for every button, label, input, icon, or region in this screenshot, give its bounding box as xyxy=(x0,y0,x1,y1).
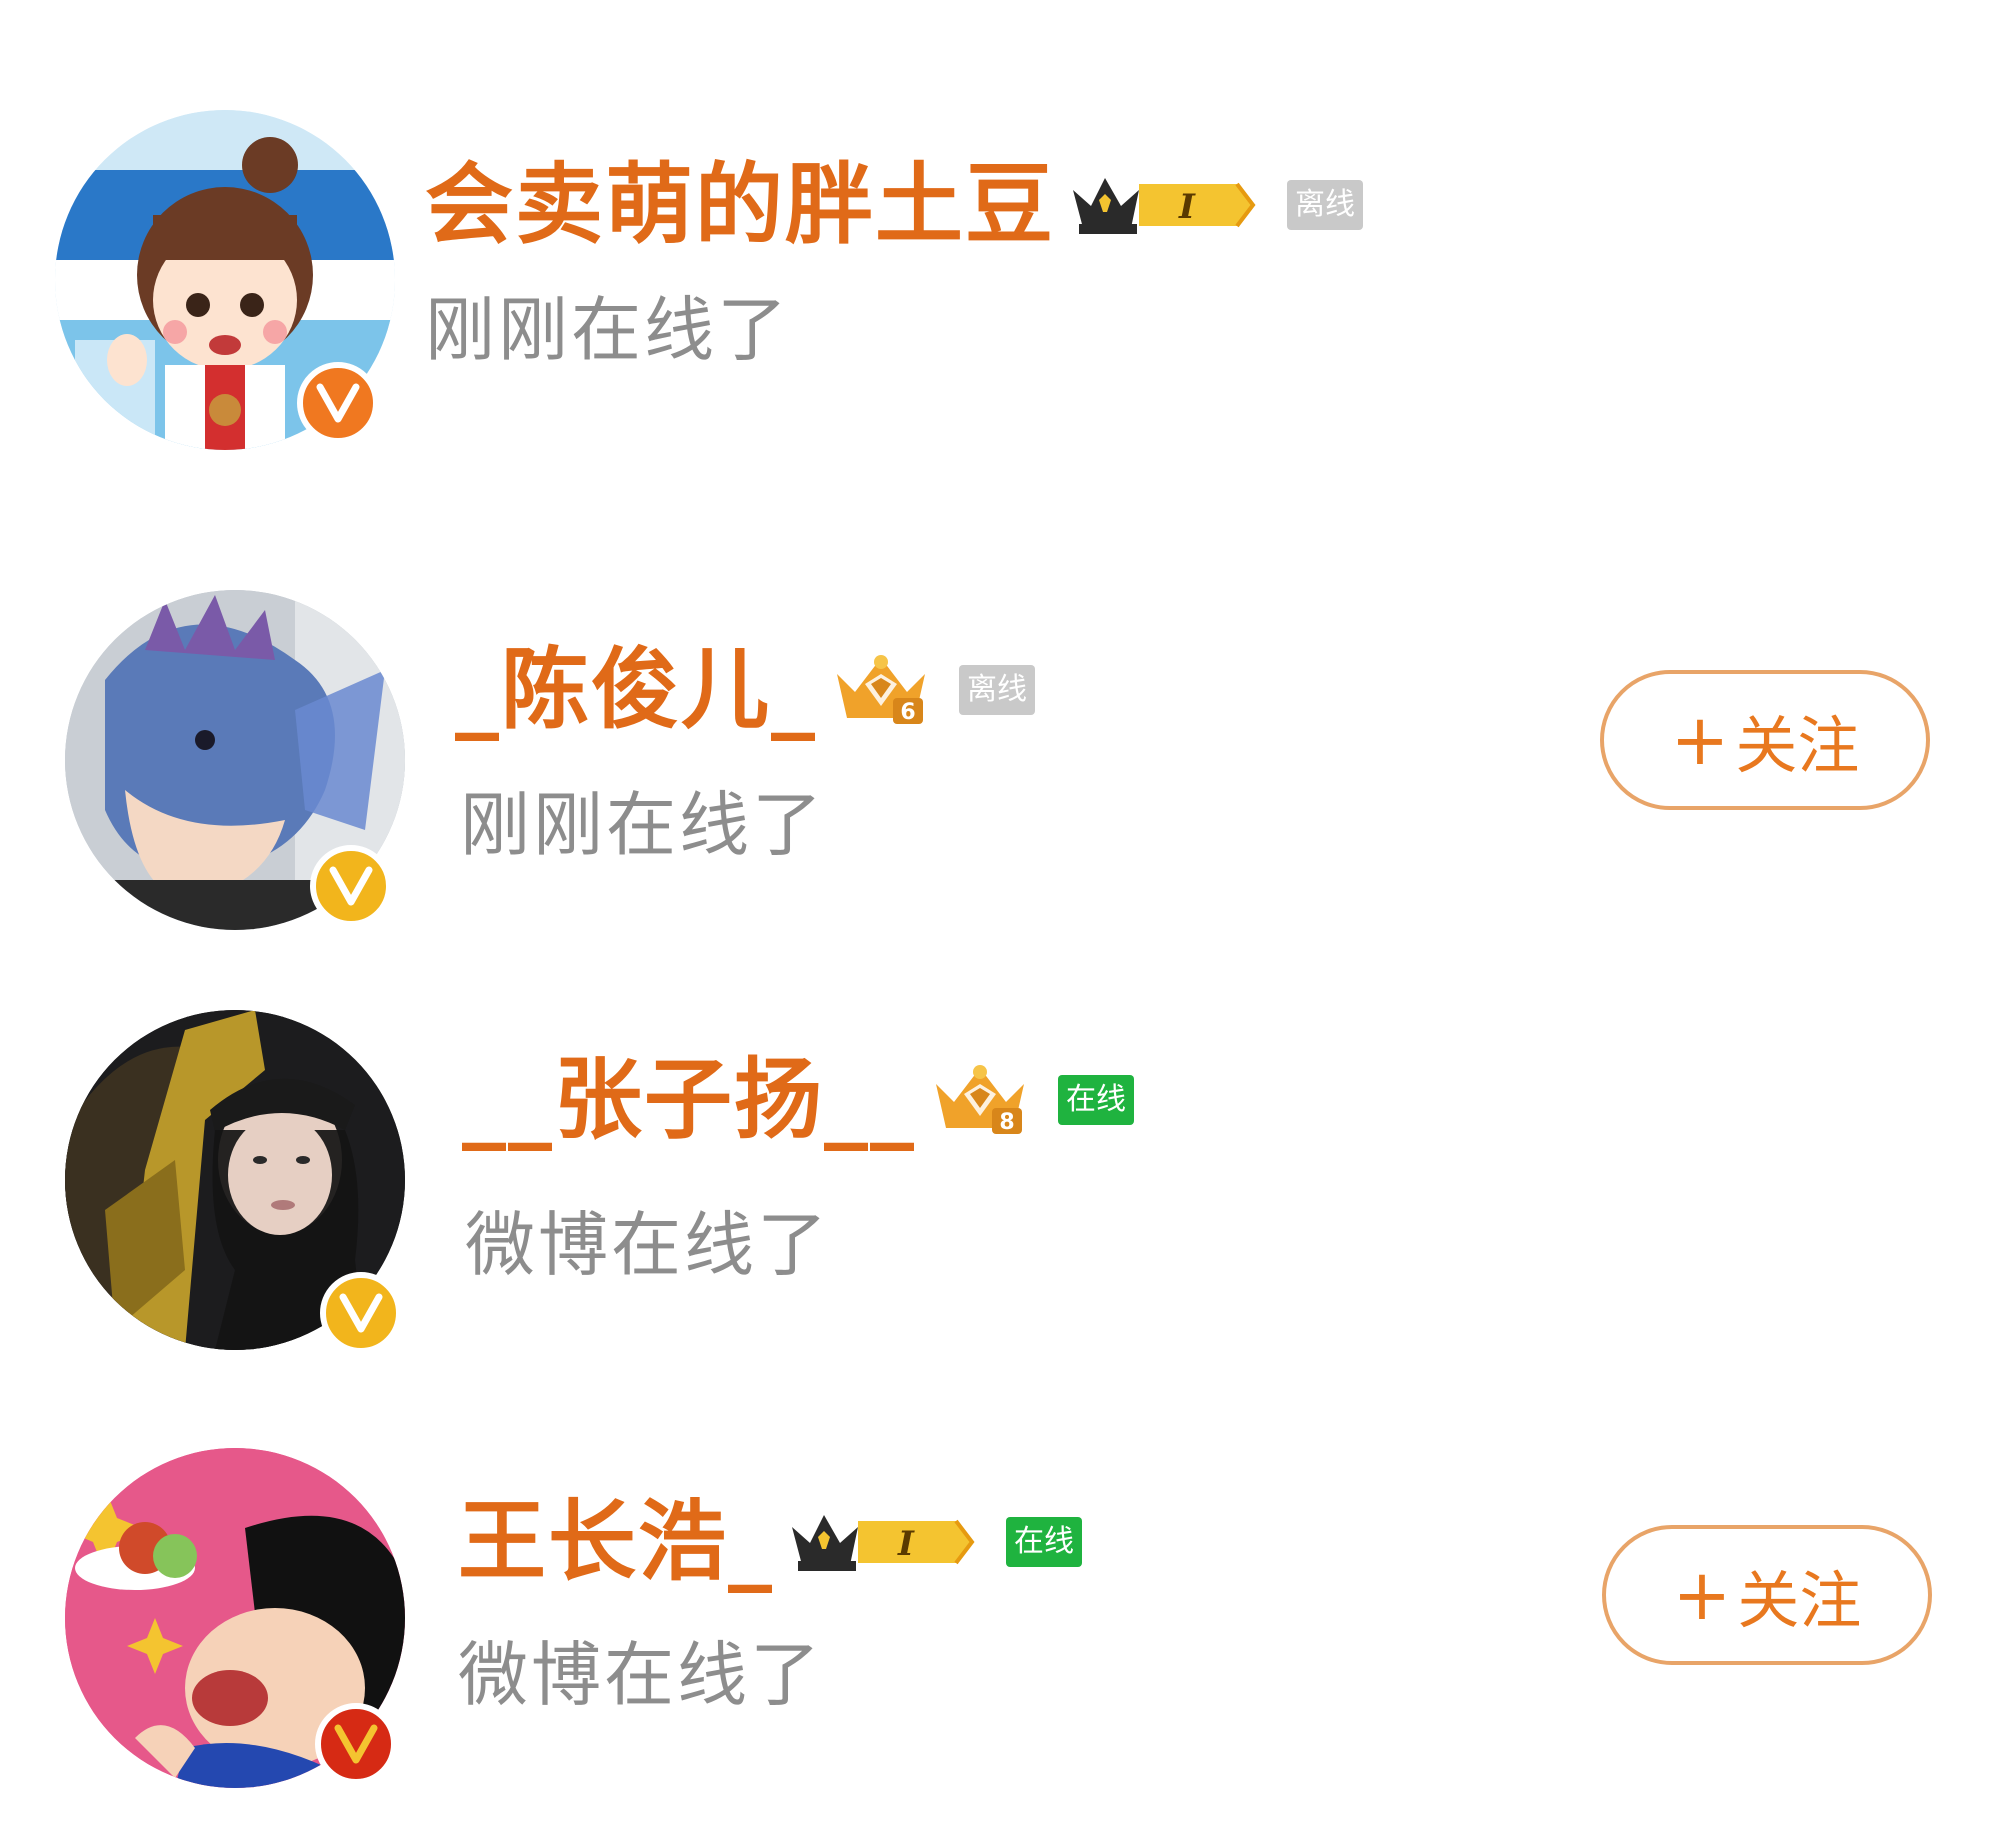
activity-text: 刚刚在线了 xyxy=(425,289,790,371)
svg-text:I: I xyxy=(1178,187,1196,227)
vip-crown-level-icon[interactable]: I xyxy=(1069,170,1259,240)
avatar-container[interactable] xyxy=(55,110,395,450)
username-line: 会卖萌的胖土豆 I 离线 xyxy=(425,155,1364,255)
user-list: 会卖萌的胖土豆 I 离线 刚刚在线了 _陈俊儿_ 6 离线 刚刚在线了 + 关注… xyxy=(0,0,2000,1822)
user-row[interactable]: _陈俊儿_ 6 离线 刚刚在线了 + 关注 xyxy=(0,590,2000,950)
follow-label: 关注 xyxy=(1737,1564,1862,1637)
username[interactable]: _陈俊儿_ xyxy=(455,646,817,734)
user-row[interactable]: 会卖萌的胖土豆 I 离线 刚刚在线了 xyxy=(0,105,2000,465)
avatar-container[interactable] xyxy=(65,1448,405,1788)
username[interactable]: 王长浩_ xyxy=(458,1498,774,1586)
vip-crown-level-icon[interactable]: I xyxy=(788,1507,978,1577)
plus-icon: + xyxy=(1670,699,1730,781)
user-row[interactable]: __张子扬__ 8 在线 微博在线了 xyxy=(0,1010,2000,1370)
status-tag: 离线 xyxy=(959,665,1036,715)
follow-button[interactable]: + 关注 xyxy=(1600,670,1930,810)
activity-text: 微博在线了 xyxy=(465,1204,830,1286)
diamond-crown-level-icon[interactable]: 8 xyxy=(930,1062,1030,1138)
status-tag: 在线 xyxy=(1058,1075,1135,1125)
diamond-crown-level-icon[interactable]: 6 xyxy=(831,652,931,728)
avatar-container[interactable] xyxy=(65,590,405,930)
verified-v-icon xyxy=(320,1272,402,1354)
user-row[interactable]: 王长浩_ I 在线 微博在线了 + 关注 xyxy=(0,1440,2000,1800)
status-tag: 在线 xyxy=(1006,1517,1083,1567)
username[interactable]: __张子扬__ xyxy=(462,1056,916,1144)
svg-text:I: I xyxy=(897,1524,915,1564)
svg-text:6: 6 xyxy=(900,700,915,725)
verified-v-icon xyxy=(310,845,392,927)
follow-button[interactable]: + 关注 xyxy=(1602,1525,1932,1665)
username-line: 王长浩_ I 在线 xyxy=(458,1492,1083,1592)
username[interactable]: 会卖萌的胖土豆 xyxy=(425,161,1055,249)
avatar-container[interactable] xyxy=(65,1010,405,1354)
verified-v-icon xyxy=(297,362,379,444)
username-line: __张子扬__ 8 在线 xyxy=(462,1050,1135,1150)
status-tag: 离线 xyxy=(1287,180,1364,230)
activity-text: 刚刚在线了 xyxy=(460,784,825,866)
follow-label: 关注 xyxy=(1735,709,1860,782)
verified-v-icon xyxy=(315,1703,397,1785)
plus-icon: + xyxy=(1672,1554,1732,1636)
svg-text:8: 8 xyxy=(999,1110,1014,1135)
username-line: _陈俊儿_ 6 离线 xyxy=(455,640,1036,740)
activity-text: 微博在线了 xyxy=(458,1634,823,1716)
